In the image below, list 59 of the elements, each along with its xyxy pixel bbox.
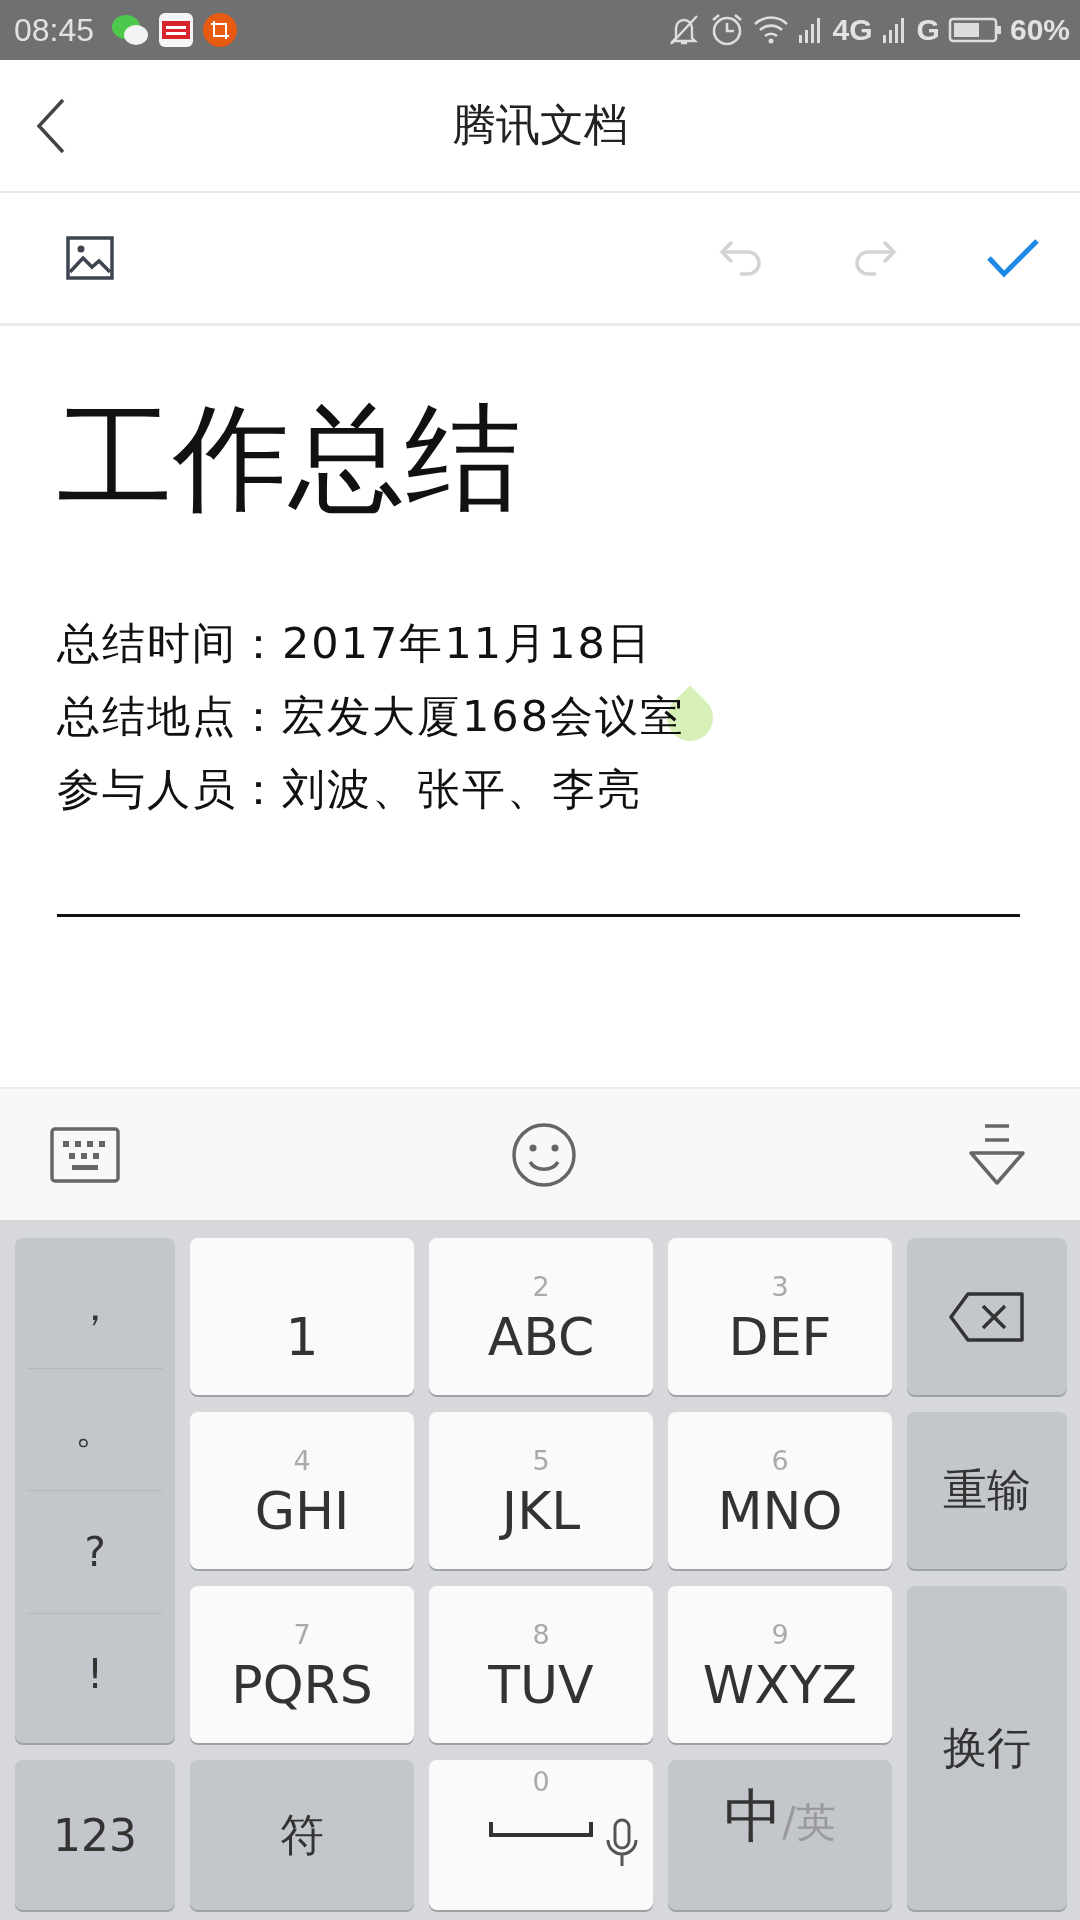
keyboard-key[interactable]: 9 WXYZ — [668, 1586, 892, 1743]
document-line: 参与人员：刘波、张平、李亮 — [57, 763, 642, 817]
function-key[interactable]: 符 — [190, 1760, 414, 1910]
keyboard-key[interactable]: 2 ABC — [429, 1238, 653, 1395]
document-title: 工作总结 — [57, 389, 522, 527]
backspace-icon — [948, 1290, 1026, 1343]
news-app-icon — [158, 12, 195, 48]
crop-app-icon — [202, 12, 239, 48]
enter-key[interactable]: 换行 — [907, 1586, 1067, 1910]
keyboard-key[interactable]: 8 TUV — [429, 1586, 653, 1743]
microphone-icon — [605, 1818, 639, 1868]
symbol-key[interactable]: ! — [27, 1613, 163, 1735]
function-key[interactable]: 123 — [15, 1760, 175, 1910]
key-label: GHI — [254, 1479, 350, 1543]
confirm-button[interactable] — [986, 238, 1040, 278]
document-line: 总结时间：2017年11月18日 — [57, 617, 652, 671]
key-label: 1 — [285, 1305, 319, 1369]
keyboard-key[interactable]: 3 DEF — [668, 1238, 892, 1395]
insert-image-button[interactable] — [66, 236, 114, 280]
keyboard-key[interactable]: 5 JKL — [429, 1412, 653, 1569]
network-type: 4G — [832, 13, 873, 47]
key-label: TUV — [488, 1653, 594, 1717]
network-type: G — [916, 13, 940, 47]
symbol-key[interactable]: ? — [27, 1491, 163, 1614]
key-label: JKL — [501, 1479, 581, 1543]
keyboard-icon[interactable] — [50, 1126, 120, 1183]
key-digit: 0 — [532, 1766, 550, 1799]
keyboard-key[interactable]: 1 — [190, 1238, 414, 1395]
key-label: ABC — [487, 1305, 595, 1369]
key-digit: 2 — [532, 1270, 550, 1304]
key-label: WXYZ — [702, 1653, 858, 1717]
key-digit: 5 — [532, 1444, 550, 1478]
emoji-icon[interactable] — [511, 1121, 577, 1188]
key-digit: 9 — [771, 1618, 789, 1652]
key-digit: 7 — [293, 1618, 311, 1652]
keyboard-key[interactable]: 4 GHI — [190, 1412, 414, 1569]
function-key[interactable]: 重输 — [907, 1412, 1067, 1569]
battery-percent: 60% — [1009, 13, 1070, 47]
backspace-key[interactable] — [907, 1238, 1067, 1395]
clock-time: 08:45 — [14, 11, 95, 49]
keyboard-key[interactable]: 7 PQRS — [190, 1586, 414, 1743]
space-bar-icon — [489, 1820, 593, 1838]
key-label: PQRS — [231, 1653, 373, 1717]
chat-app-icon — [110, 12, 151, 48]
key-digit: 4 — [293, 1444, 311, 1478]
key-label: MNO — [717, 1479, 843, 1543]
back-button[interactable] — [36, 98, 66, 154]
symbol-key[interactable]: 。 — [27, 1368, 163, 1491]
key-digit: 6 — [771, 1444, 789, 1478]
key-digit: 8 — [532, 1618, 550, 1652]
document-line: 总结地点：宏发大厦168会议室 — [57, 690, 686, 744]
battery-icon — [947, 16, 1002, 44]
hide-keyboard-icon[interactable] — [968, 1122, 1026, 1187]
key-label: DEF — [728, 1305, 832, 1369]
page-title: 腾讯文档 — [452, 98, 628, 152]
keyboard-key[interactable]: 6 MNO — [668, 1412, 892, 1569]
key-digit: 3 — [771, 1270, 789, 1304]
symbol-key[interactable]: ， — [27, 1246, 163, 1369]
wifi-icon — [752, 14, 789, 46]
